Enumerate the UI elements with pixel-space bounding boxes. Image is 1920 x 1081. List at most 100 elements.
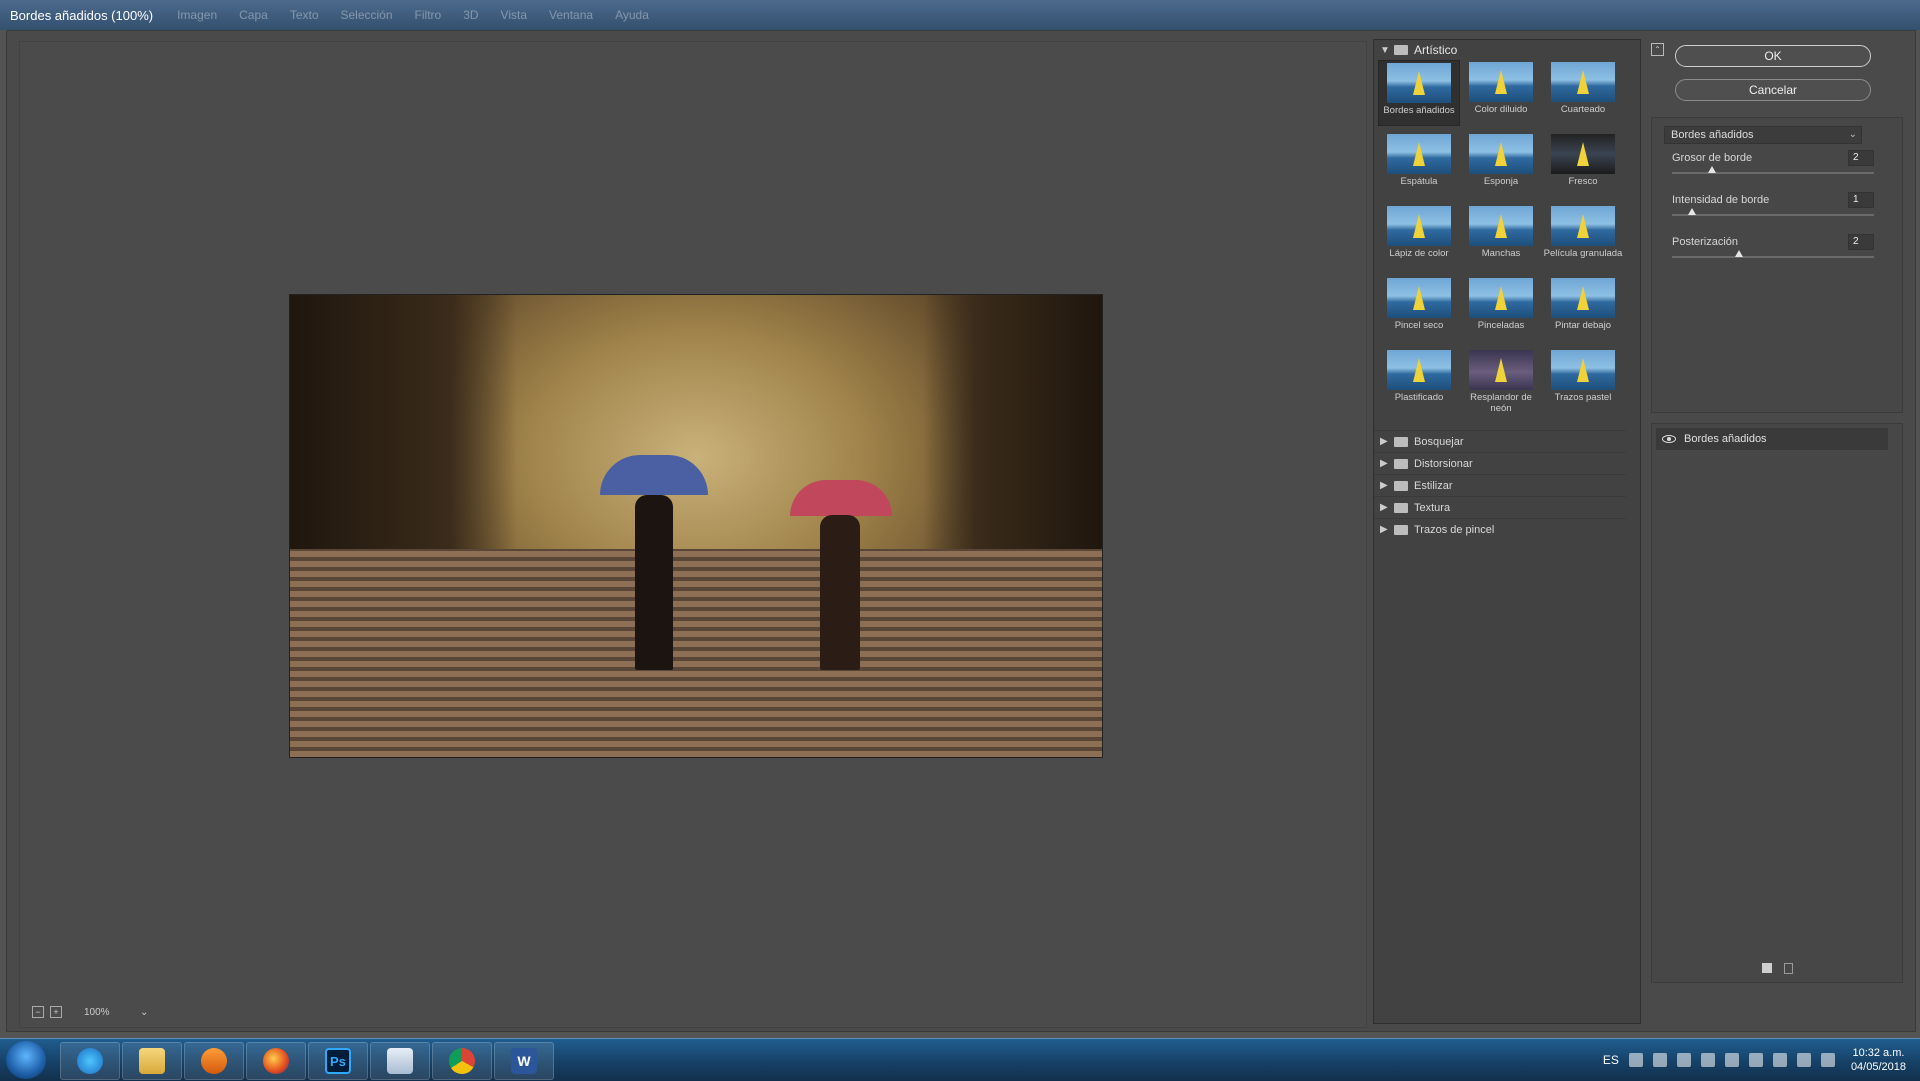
category-distorsionar[interactable]: ▶ Distorsionar (1374, 452, 1626, 474)
taskbar-notes[interactable] (370, 1042, 430, 1080)
tray-icon-1[interactable] (1628, 1053, 1643, 1067)
category-label: Trazos de pincel (1414, 523, 1495, 536)
category-artistico[interactable]: ▼ Artístico (1374, 40, 1640, 60)
filter-cuarteado[interactable]: Cuarteado (1542, 60, 1624, 126)
filter-pintar-debajo[interactable]: Pintar debajo (1542, 276, 1624, 342)
filter-trazos-pastel[interactable]: Trazos pastel (1542, 348, 1624, 414)
menu-item-vista[interactable]: Vista (501, 8, 527, 22)
clock-date: 04/05/2018 (1850, 1061, 1906, 1073)
taskbar-ie[interactable] (60, 1042, 120, 1080)
taskbar-explorer[interactable] (122, 1042, 182, 1080)
slider-track[interactable] (1672, 214, 1874, 216)
collapse-gallery-icon[interactable]: ⌃ (1651, 43, 1664, 56)
menu-item-3d[interactable]: 3D (463, 8, 478, 22)
filter-pinceladas[interactable]: Pinceladas (1460, 276, 1542, 342)
filter-plastificado[interactable]: Plastificado (1378, 348, 1460, 414)
filter-thumbnails: Bordes añadidos Color diluido Cuarteado … (1374, 60, 1640, 414)
menu-item-filtro[interactable]: Filtro (415, 8, 442, 22)
filter-manchas[interactable]: Manchas (1460, 204, 1542, 270)
menu-item-imagen[interactable]: Imagen (177, 8, 217, 22)
slider-track[interactable] (1672, 172, 1874, 174)
menu-item-ayuda[interactable]: Ayuda (615, 8, 649, 22)
category-label: Bosquejar (1414, 435, 1464, 448)
chrome-icon (449, 1048, 475, 1074)
filter-pelicula-granulada[interactable]: Película granulada (1542, 204, 1624, 270)
preview-area[interactable]: − + 100% ⌄ (19, 41, 1367, 1028)
flag-icon[interactable] (1796, 1053, 1811, 1067)
tray-icon-6[interactable] (1748, 1053, 1763, 1067)
filter-pincel-seco[interactable]: Pincel seco (1378, 276, 1460, 342)
param-value-input[interactable]: 2 (1848, 234, 1874, 250)
taskbar-media-player[interactable] (184, 1042, 244, 1080)
chevron-down-icon[interactable]: ⌄ (140, 1007, 148, 1018)
zoom-in-icon[interactable]: + (50, 1006, 62, 1018)
taskbar-chrome[interactable] (432, 1042, 492, 1080)
folder-icon (1394, 45, 1408, 55)
filter-label: Plastificado (1394, 392, 1444, 403)
category-bosquejar[interactable]: ▶ Bosquejar (1374, 430, 1626, 452)
triangle-right-icon[interactable]: ▶ (1380, 502, 1394, 513)
effect-layer[interactable]: Bordes añadidos (1656, 428, 1888, 450)
filter-label: Resplandor de neón (1470, 392, 1532, 414)
filter-fresco[interactable]: Fresco (1542, 132, 1624, 198)
filter-esponja[interactable]: Esponja (1460, 132, 1542, 198)
new-effect-layer-icon[interactable] (1762, 963, 1772, 973)
category-list: ▶ Bosquejar ▶ Distorsionar ▶ Estilizar ▶… (1374, 430, 1640, 540)
taskbar-firefox[interactable] (246, 1042, 306, 1080)
param-grosor-de-borde: Grosor de borde 2 (1672, 150, 1882, 192)
triangle-right-icon[interactable]: ▶ (1380, 436, 1394, 447)
thumbnail-image (1387, 134, 1451, 174)
triangle-right-icon[interactable]: ▶ (1380, 480, 1394, 491)
tray-icon-5[interactable] (1724, 1053, 1739, 1067)
menu-item-capa[interactable]: Capa (239, 8, 268, 22)
slider-thumb[interactable] (1708, 166, 1717, 173)
tray-icon-2[interactable] (1652, 1053, 1667, 1067)
filter-bordes-anadidos[interactable]: Bordes añadidos (1378, 60, 1460, 126)
filter-select[interactable]: Bordes añadidos ⌄ (1664, 126, 1862, 144)
thumbnail-image (1387, 278, 1451, 318)
clock[interactable]: 10:32 a.m. 04/05/2018 (1851, 1046, 1906, 1074)
category-textura[interactable]: ▶ Textura (1374, 496, 1626, 518)
system-tray: ES 10:32 a.m. 04/05/2018 (1603, 1043, 1906, 1077)
slider-thumb[interactable] (1688, 208, 1697, 215)
menu-item-ventana[interactable]: Ventana (549, 8, 593, 22)
category-estilizar[interactable]: ▶ Estilizar (1374, 474, 1626, 496)
category-label: Distorsionar (1414, 457, 1473, 470)
zoom-out-icon[interactable]: − (32, 1006, 44, 1018)
eye-icon[interactable] (1662, 435, 1676, 443)
slider-track[interactable] (1672, 256, 1874, 258)
param-value-input[interactable]: 1 (1848, 192, 1874, 208)
trash-icon[interactable] (1784, 963, 1793, 974)
menu-bar: Imagen Capa Texto Selección Filtro 3D Vi… (177, 8, 649, 22)
filter-label: Pintar debajo (1555, 320, 1611, 331)
filter-resplandor-de-neon[interactable]: Resplandor de neón (1460, 348, 1542, 414)
start-button[interactable] (6, 1041, 46, 1079)
filter-espatula[interactable]: Espátula (1378, 132, 1460, 198)
triangle-right-icon[interactable]: ▶ (1380, 524, 1394, 535)
menu-item-seleccion[interactable]: Selección (341, 8, 393, 22)
triangle-right-icon[interactable]: ▶ (1380, 458, 1394, 469)
param-value-input[interactable]: 2 (1848, 150, 1874, 166)
category-trazos-de-pincel[interactable]: ▶ Trazos de pincel (1374, 518, 1626, 540)
triangle-down-icon[interactable]: ▼ (1380, 45, 1394, 56)
zoom-level[interactable]: 100% (84, 1007, 134, 1018)
tray-icon-4[interactable] (1700, 1053, 1715, 1067)
ok-button[interactable]: OK (1675, 45, 1871, 67)
thumbnail-image (1551, 62, 1615, 102)
filter-lapiz-de-color[interactable]: Lápiz de color (1378, 204, 1460, 270)
thumbnail-image (1387, 63, 1451, 103)
thumbnail-image (1551, 350, 1615, 390)
menu-item-texto[interactable]: Texto (290, 8, 319, 22)
network-icon[interactable] (1820, 1053, 1835, 1067)
tray-icon-3[interactable] (1676, 1053, 1691, 1067)
thumbnail-image (1387, 206, 1451, 246)
taskbar-photoshop[interactable]: Ps (308, 1042, 368, 1080)
volume-icon[interactable] (1772, 1053, 1787, 1067)
language-indicator[interactable]: ES (1603, 1053, 1619, 1067)
image-person-2 (820, 515, 860, 670)
cancel-button[interactable]: Cancelar (1675, 79, 1871, 101)
folder-icon (1394, 436, 1408, 447)
filter-color-diluido[interactable]: Color diluido (1460, 60, 1542, 126)
slider-thumb[interactable] (1734, 250, 1743, 257)
taskbar-word[interactable]: W (494, 1042, 554, 1080)
